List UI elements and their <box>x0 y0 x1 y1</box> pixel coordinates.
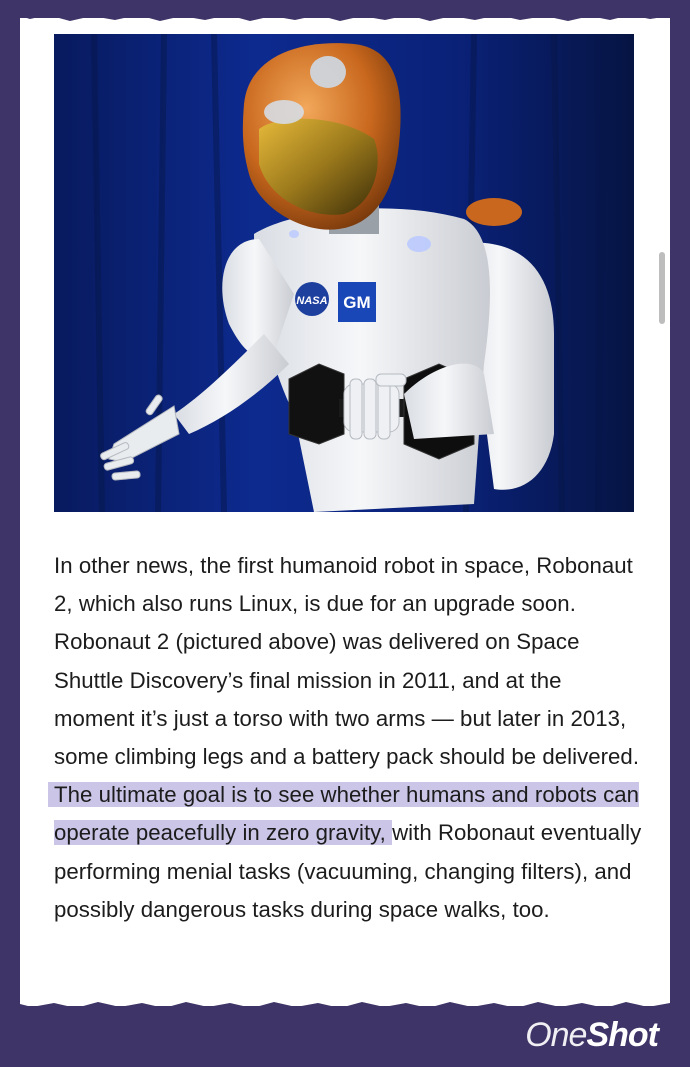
gm-logo: GM <box>343 293 370 312</box>
article-paragraph: In other news, the first humanoid robot … <box>54 547 644 929</box>
scrollbar-thumb[interactable] <box>659 252 665 324</box>
article-body: In other news, the first humanoid robot … <box>54 547 644 929</box>
brand-shot: Shot <box>586 1016 659 1054</box>
nasa-logo: NASA <box>296 295 327 307</box>
torn-edge-top <box>20 12 670 21</box>
torn-edge-bottom <box>20 1002 670 1012</box>
oneshot-logo: OneShot <box>525 1016 659 1055</box>
brand-one: One <box>525 1016 587 1054</box>
robonaut-photo: NASA GM 20 <box>54 34 634 512</box>
paragraph-text-before: In other news, the first humanoid robot … <box>54 553 640 770</box>
